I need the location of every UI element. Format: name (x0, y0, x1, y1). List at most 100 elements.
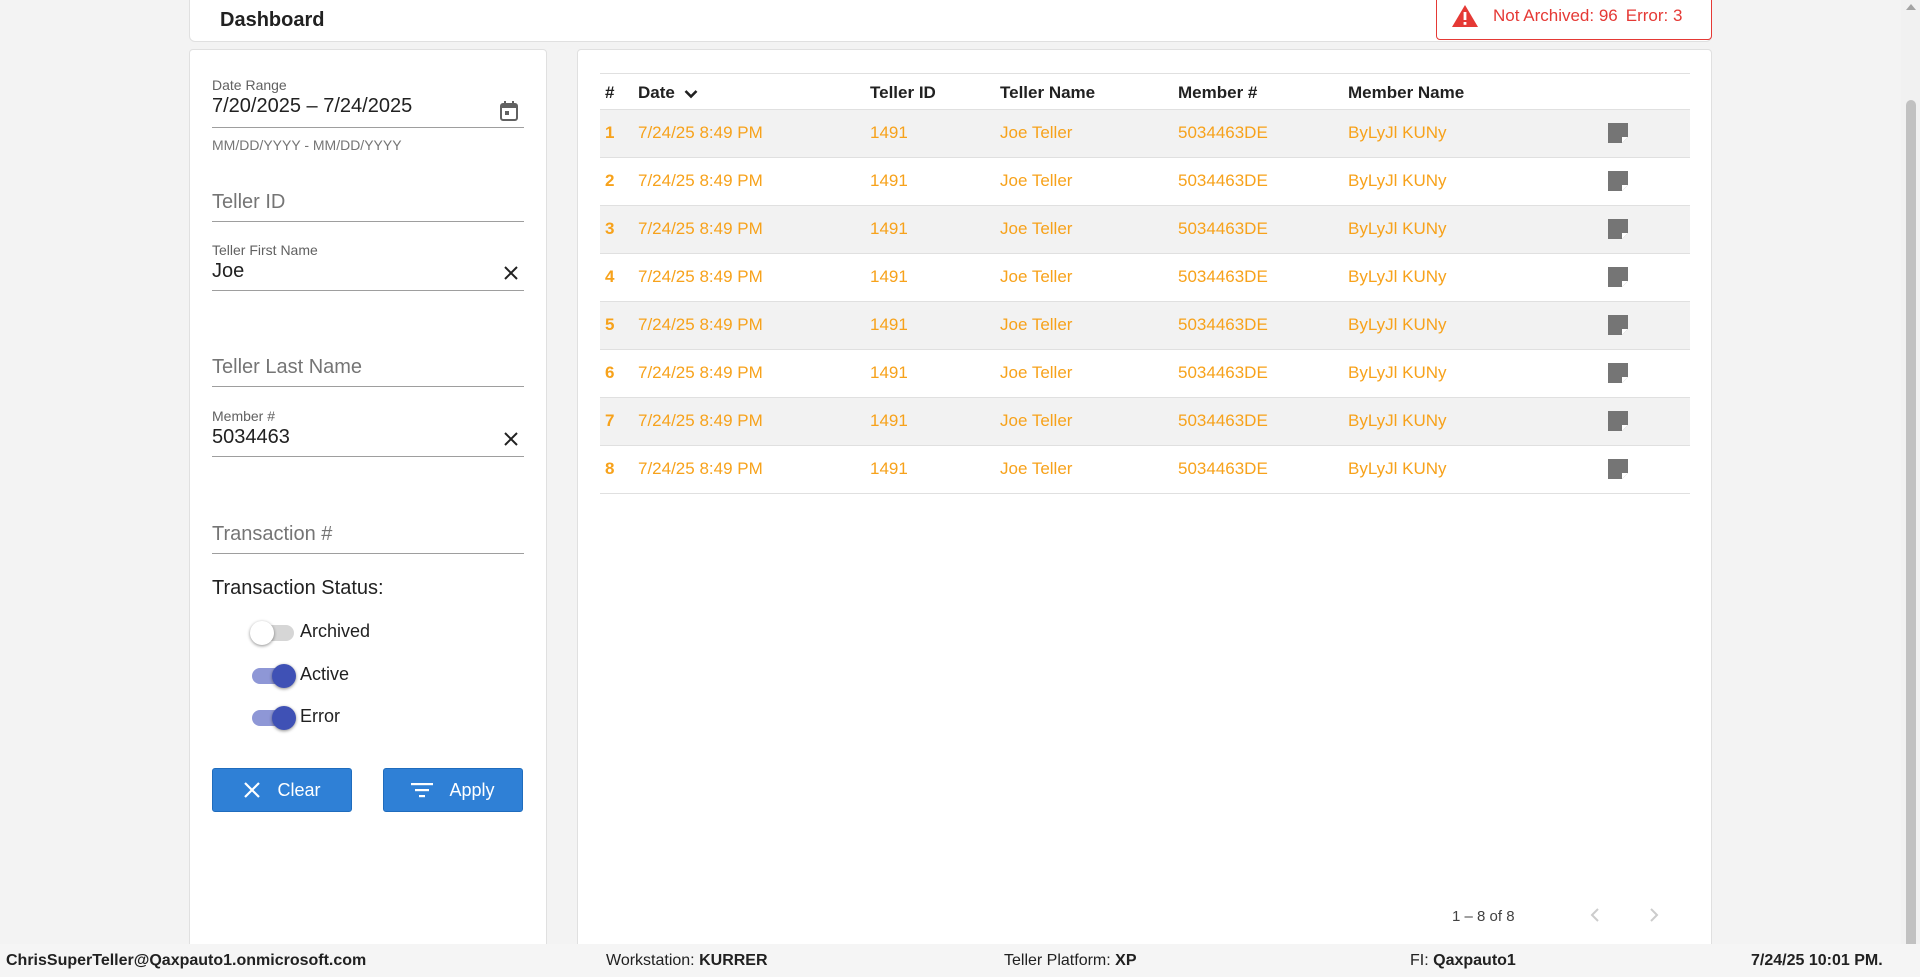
row-member-number: 5034463DE (1178, 315, 1268, 334)
note-icon[interactable] (1608, 411, 1628, 431)
member-number-label: Member # (212, 408, 276, 424)
row-member-number: 5034463DE (1178, 459, 1268, 478)
close-icon[interactable] (504, 432, 518, 446)
date-range-field[interactable]: Date Range 7/20/2025 – 7/24/2025 MM/DD/Y… (212, 77, 524, 177)
column-header-index: # (605, 83, 615, 102)
error-count: Error: 3 (1625, 6, 1683, 25)
close-icon (244, 782, 261, 798)
table-row[interactable]: 8 7/24/25 8:49 PM 1491 Joe Teller 5034463DE B… (600, 446, 1690, 494)
status-alert[interactable]: Not Archived: 96 Error: 3 (1436, 0, 1712, 40)
row-teller-name: Joe Teller (1000, 123, 1073, 142)
teller-last-name-input[interactable]: Teller Last Name (212, 356, 524, 379)
not-archived-count: Not Archived: 96 (1493, 6, 1618, 25)
row-teller-name: Joe Teller (1000, 171, 1073, 190)
date-range-label: Date Range (212, 77, 287, 93)
column-header-date[interactable]: Date (638, 83, 698, 103)
row-index: 4 (605, 267, 615, 286)
table-row[interactable]: 2 7/24/25 8:49 PM 1491 Joe Teller 5034463DE B… (600, 158, 1690, 206)
row-date: 7/24/25 8:49 PM (638, 267, 763, 286)
row-teller-name: Joe Teller (1000, 363, 1073, 382)
table-row[interactable]: 1 7/24/25 8:49 PM 1491 Joe Teller 5034463DE B… (600, 110, 1690, 158)
row-member-name: ByLyJl KUNy (1348, 315, 1447, 334)
row-member-number: 5034463DE (1178, 123, 1268, 142)
row-teller-name: Joe Teller (1000, 459, 1073, 478)
apply-label: Apply (449, 779, 495, 800)
table-row[interactable]: 5 7/24/25 8:49 PM 1491 Joe Teller 5034463DE B… (600, 302, 1690, 350)
footer-user: ChrisSuperTeller@Qaxpauto1.onmicrosoft.c… (6, 952, 367, 969)
toggle-archived[interactable]: Archived (250, 616, 370, 646)
row-date: 7/24/25 8:49 PM (638, 315, 763, 334)
column-header-teller-id[interactable]: Teller ID (870, 83, 936, 103)
clear-button[interactable]: Clear (212, 768, 352, 812)
column-header-member-number[interactable]: Member # (1178, 83, 1257, 103)
row-teller-id: 1491 (870, 363, 908, 382)
row-member-name: ByLyJl KUNy (1348, 171, 1447, 190)
toggle-active[interactable]: Active (250, 659, 349, 689)
clear-label: Clear (277, 779, 321, 800)
table-row[interactable]: 4 7/24/25 8:49 PM 1491 Joe Teller 5034463DE B… (600, 254, 1690, 302)
row-date: 7/24/25 8:49 PM (638, 219, 763, 238)
row-member-number: 5034463DE (1178, 219, 1268, 238)
transaction-number-input[interactable]: Transaction # (212, 523, 524, 546)
warning-icon (1452, 5, 1478, 27)
transaction-number-field[interactable]: Transaction # (212, 513, 524, 563)
row-member-name: ByLyJl KUNy (1348, 459, 1447, 478)
row-member-name: ByLyJl KUNy (1348, 123, 1447, 142)
page-scrollbar[interactable] (1901, 0, 1920, 950)
scrollbar-thumb[interactable] (1906, 100, 1916, 950)
teller-first-name-field[interactable]: Teller First Name Joe (212, 242, 524, 302)
note-icon[interactable] (1608, 459, 1628, 479)
row-member-name: ByLyJl KUNy (1348, 267, 1447, 286)
row-member-name: ByLyJl KUNy (1348, 411, 1447, 430)
scroll-up-icon[interactable] (1906, 4, 1916, 10)
teller-id-input[interactable]: Teller ID (212, 191, 524, 214)
table-row[interactable]: 3 7/24/25 8:49 PM 1491 Joe Teller 5034463DE B… (600, 206, 1690, 254)
row-member-number: 5034463DE (1178, 363, 1268, 382)
teller-last-name-field[interactable]: Teller Last Name (212, 346, 524, 396)
next-page-icon[interactable] (1647, 905, 1661, 925)
apply-button[interactable]: Apply (383, 768, 523, 812)
row-index: 3 (605, 219, 615, 238)
chevron-down-icon[interactable] (684, 89, 698, 99)
teller-first-name-input[interactable]: Joe (212, 260, 524, 283)
close-icon[interactable] (504, 266, 518, 280)
row-date: 7/24/25 8:49 PM (638, 123, 763, 142)
filter-icon (411, 783, 434, 798)
row-teller-name: Joe Teller (1000, 267, 1073, 286)
active-switch[interactable] (250, 659, 296, 689)
error-switch[interactable] (250, 701, 296, 731)
footer-fi: FI: Qaxpauto1 (1410, 952, 1516, 969)
date-range-input[interactable]: 7/20/2025 – 7/24/2025 (212, 95, 524, 118)
row-date: 7/24/25 8:49 PM (638, 459, 763, 478)
previous-page-icon[interactable] (1588, 905, 1602, 925)
member-number-input[interactable]: 5034463 (212, 426, 524, 449)
row-index: 7 (605, 411, 615, 430)
teller-id-field[interactable]: Teller ID (212, 181, 524, 231)
row-member-number: 5034463DE (1178, 411, 1268, 430)
note-icon[interactable] (1608, 171, 1628, 191)
row-date: 7/24/25 8:49 PM (638, 411, 763, 430)
row-teller-name: Joe Teller (1000, 315, 1073, 334)
note-icon[interactable] (1608, 123, 1628, 143)
note-icon[interactable] (1608, 315, 1628, 335)
row-teller-id: 1491 (870, 267, 908, 286)
note-icon[interactable] (1608, 267, 1628, 287)
row-index: 5 (605, 315, 615, 334)
table-row[interactable]: 7 7/24/25 8:49 PM 1491 Joe Teller 5034463DE B… (600, 398, 1690, 446)
error-label: Error (300, 705, 340, 726)
filter-panel: Date Range 7/20/2025 – 7/24/2025 MM/DD/Y… (189, 49, 547, 949)
date-range-hint: MM/DD/YYYY - MM/DD/YYYY (212, 137, 402, 153)
member-number-field[interactable]: Member # 5034463 (212, 408, 524, 468)
table-row[interactable]: 6 7/24/25 8:49 PM 1491 Joe Teller 5034463DE B… (600, 350, 1690, 398)
column-header-member-name[interactable]: Member Name (1348, 83, 1464, 103)
toggle-error[interactable]: Error (250, 701, 340, 731)
row-index: 2 (605, 171, 615, 190)
row-member-number: 5034463DE (1178, 267, 1268, 286)
note-icon[interactable] (1608, 219, 1628, 239)
teller-first-name-label: Teller First Name (212, 242, 318, 258)
calendar-icon[interactable] (500, 101, 518, 121)
note-icon[interactable] (1608, 363, 1628, 383)
archived-label: Archived (300, 620, 371, 641)
archived-switch[interactable] (250, 616, 294, 646)
column-header-teller-name[interactable]: Teller Name (1000, 83, 1095, 103)
